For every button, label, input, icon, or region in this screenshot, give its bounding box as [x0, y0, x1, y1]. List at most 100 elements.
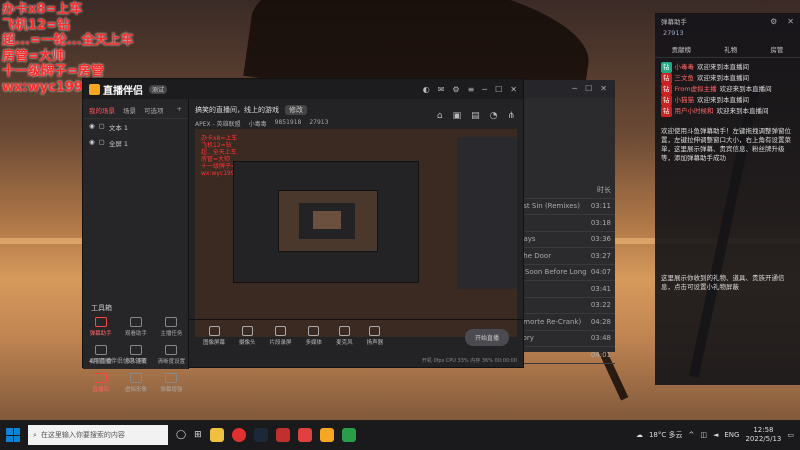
control-bar: 图像屏幕 摄像头 片段录屏 多媒体 麦克风 扬声器 开始直播 开机 0fps C…	[189, 319, 523, 367]
maximize-icon[interactable]: ☐	[495, 85, 502, 94]
tool-quality[interactable]: 清晰度设置	[154, 345, 189, 365]
danmu-message: 钻用户小时候和 欢迎来到本直播间	[661, 106, 769, 117]
maximize-icon[interactable]: ☐	[585, 84, 592, 94]
close-icon[interactable]: ✕	[787, 17, 794, 26]
video-icon	[94, 345, 107, 355]
task-view-icon[interactable]: ◯	[176, 430, 186, 440]
taskbar-search[interactable]: ⌕ 在这里输入你要搜索的内容	[28, 425, 168, 445]
start-live-button[interactable]: 开始直播	[464, 329, 509, 346]
tool-danmu-assistant[interactable]: 弹幕助手	[83, 317, 118, 337]
douyin-icon[interactable]	[297, 428, 312, 442]
song-row[interactable]: 03:41	[515, 281, 615, 298]
minimize-icon[interactable]: ─	[572, 84, 577, 94]
song-row[interactable]: amorte Re-Crank) 04:28	[515, 314, 615, 331]
source-item[interactable]: ◉ ▢ 全屏 1	[83, 135, 188, 151]
add-scene-icon[interactable]: +	[177, 105, 182, 115]
windows-start-icon[interactable]	[6, 428, 20, 442]
taskbar: ⌕ 在这里输入你要搜索的内容 ◯ ⊞ ☁ 18°C 多云 ^ ◫ ◄ ENG 1…	[0, 420, 800, 450]
room-viewers: 27913	[309, 119, 329, 126]
song-row[interactable]: days 03:36	[515, 232, 615, 248]
song-row[interactable]: sory 03:48	[515, 331, 615, 347]
song-row[interactable]: ast Sin (Remixes) 03:11	[515, 199, 615, 215]
preview-chat-panel	[457, 137, 517, 289]
danmu-message: 钻小毒毒 欢迎来到本直播间	[661, 62, 749, 73]
tool-room[interactable]: 直播间	[83, 373, 118, 393]
clock[interactable]: 12:58 2022/5/13	[745, 426, 781, 444]
close-icon[interactable]: ✕	[510, 85, 517, 94]
song-row[interactable]: The Door 03:27	[515, 248, 615, 265]
task-icon	[165, 317, 178, 327]
tab-contribution[interactable]: 贡献榜	[672, 44, 692, 54]
close-icon[interactable]: ✕	[600, 84, 607, 94]
song-row[interactable]: s03:18	[515, 215, 615, 232]
speaker-button[interactable]: 扬声器	[367, 326, 383, 346]
titlebar-icons: ◐ ✉ ⚙ ≡ ─ ☐ ✕	[423, 85, 517, 94]
streaming-app-icon[interactable]	[319, 428, 334, 442]
weather-icon[interactable]: ☁	[636, 431, 643, 439]
tool-danmu-plus[interactable]: 弹幕增强	[154, 373, 189, 393]
tool-viewer-assistant[interactable]: 观看助手	[118, 317, 153, 337]
file-explorer-icon[interactable]	[209, 428, 224, 442]
promo-link[interactable]: 4月直播伴侣优惠领取	[89, 356, 147, 365]
microphone-icon	[338, 326, 350, 336]
tool-tasks[interactable]: 主播任务	[154, 317, 189, 337]
song-row[interactable]: 04:01	[515, 347, 615, 364]
share-icon[interactable]: ⋔	[507, 111, 515, 121]
gift-note: 这里展示你收到的礼物、道具、贵族开通信息，点击可设置小礼物屏蔽	[661, 274, 785, 291]
app-name: 直播伴侣	[103, 85, 143, 97]
game-icon[interactable]	[275, 428, 290, 442]
lock-icon[interactable]: ▢	[99, 122, 105, 132]
tools-header: 工具箱	[91, 304, 112, 312]
room-category[interactable]: APEX - 英雄联盟	[195, 119, 241, 128]
media-button[interactable]: 多媒体	[306, 326, 322, 346]
message-icon[interactable]: ✉	[438, 85, 445, 94]
room-id: 9851918	[274, 119, 302, 126]
lock-icon[interactable]: ▣	[453, 111, 462, 121]
danmu-message: 钻小猫猫 欢迎来到本直播间	[661, 95, 749, 106]
volume-icon[interactable]: ◄	[713, 431, 718, 439]
tab-options[interactable]: 可选项	[144, 105, 164, 115]
song-row[interactable]: s Soon Before Long 04:07	[515, 265, 615, 281]
weather-text[interactable]: 18°C 多云	[649, 430, 683, 440]
visibility-icon[interactable]: ◉	[89, 122, 95, 132]
notification-icon[interactable]: ▭	[787, 431, 794, 439]
danmu-plus-icon	[165, 373, 178, 383]
stream-preview[interactable]: 办卡x8=上车 飞机12=钻 超...全天上车 房管=大帅 十一级牌子=房管 w…	[195, 129, 517, 337]
bell-icon[interactable]: ◔	[490, 111, 498, 121]
song-list-header: 时长	[515, 182, 615, 199]
widgets-icon[interactable]: ⊞	[194, 430, 202, 440]
source-item[interactable]: ◉ ▢ 文本 1	[83, 119, 188, 135]
skin-icon[interactable]: ◐	[423, 85, 430, 94]
steam-icon[interactable]	[253, 428, 268, 442]
recursive-preview-inner3	[313, 211, 341, 229]
room-actions: ⌂ ▣ ▤ ◔ ⋔	[437, 111, 515, 121]
settings-icon[interactable]: ⚙	[452, 85, 459, 94]
tray-arrow-icon[interactable]: ^	[688, 431, 694, 439]
screen-capture-button[interactable]: 图像屏幕	[203, 326, 225, 346]
menu-icon[interactable]: ≡	[468, 85, 475, 94]
minimize-icon[interactable]: ─	[482, 85, 487, 94]
camera-button[interactable]: 摄像头	[239, 326, 256, 346]
visibility-icon[interactable]: ◉	[89, 138, 95, 148]
room-icon	[94, 373, 107, 383]
toolbox: 弹幕助手 观看助手 主播任务 视频直播 多人连麦 清晰度设置 直播间 虚拟形象 …	[83, 317, 189, 393]
tab-my-scene[interactable]: 我的场景	[89, 105, 115, 115]
microphone-button[interactable]: 麦克风	[336, 326, 353, 346]
scene-panel: 我的场景 场景 可选项 + ◉ ▢ 文本 1 ◉ ▢ 全屏 1 工具箱 弹幕助手…	[83, 99, 189, 393]
tool-avatar[interactable]: 虚拟形象	[118, 373, 153, 393]
song-row[interactable]: 03:22	[515, 298, 615, 314]
tab-admins[interactable]: 房管	[770, 44, 783, 54]
netease-music-icon[interactable]	[231, 428, 246, 442]
clip-button[interactable]: 片段录屏	[270, 326, 292, 346]
settings-icon[interactable]: ⚙	[770, 17, 777, 26]
wechat-icon[interactable]	[341, 428, 356, 442]
language-indicator[interactable]: ENG	[724, 431, 739, 439]
chart-icon[interactable]: ▤	[471, 111, 480, 121]
home-icon[interactable]: ⌂	[437, 111, 443, 121]
tab-gifts[interactable]: 礼物	[724, 44, 737, 54]
edit-room-button[interactable]: 修改	[285, 105, 307, 115]
viewer-count: 27913	[663, 29, 684, 37]
tab-scene[interactable]: 场景	[123, 105, 136, 115]
lock-icon[interactable]: ▢	[99, 138, 105, 148]
network-icon[interactable]: ◫	[700, 431, 707, 439]
